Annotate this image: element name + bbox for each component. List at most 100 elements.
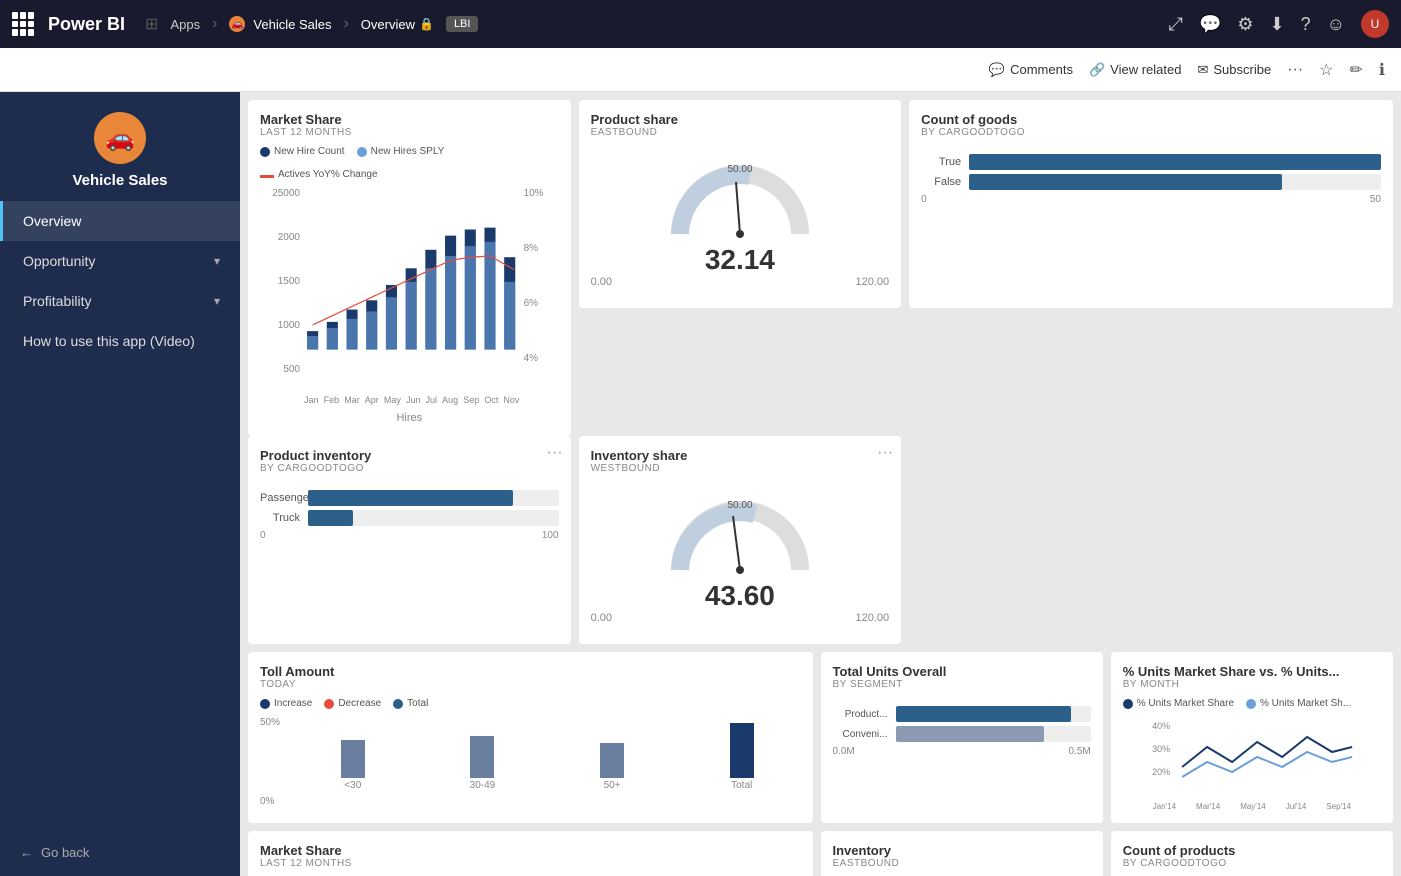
- product-label: Product...: [833, 709, 888, 720]
- comments-icon: 💬: [989, 62, 1005, 78]
- sidebar-item-opportunity[interactable]: Opportunity ▾: [0, 241, 240, 281]
- count-of-goods-card: Count of goods BY CARGOODTOGO True False: [909, 100, 1393, 308]
- inv-gauge-labels: 0.00 120.00: [591, 612, 890, 624]
- toll-subtitle: TODAY: [260, 679, 801, 690]
- units-axis: 0.0M 0.5M: [833, 746, 1091, 757]
- toll-amount-card: Toll Amount TODAY Increase Decrease: [248, 652, 813, 823]
- svg-text:30%: 30%: [1152, 744, 1170, 754]
- chevron-down-icon: ▾: [214, 254, 220, 268]
- passenger-row: Passenger: [260, 490, 559, 506]
- product-fill: [896, 706, 1072, 722]
- go-back-btn[interactable]: ← Go back: [0, 829, 240, 876]
- svg-text:40%: 40%: [1152, 721, 1170, 731]
- edit-icon[interactable]: ✏: [1350, 60, 1363, 80]
- apps-grid-icon[interactable]: [12, 12, 36, 36]
- inventory-share-subtitle: WESTBOUND: [591, 463, 890, 474]
- count-products-bottom-card: Count of products BY CARGOODTOGO True Fa…: [1111, 831, 1393, 876]
- toll-title: Toll Amount: [260, 664, 801, 679]
- passenger-track: [308, 490, 559, 506]
- chat-icon[interactable]: 💬: [1199, 14, 1221, 35]
- toll-bar-inc-3049: [470, 736, 494, 778]
- info-icon[interactable]: ℹ: [1379, 60, 1385, 80]
- hbar-label-false: False: [921, 176, 961, 188]
- product-share-subtitle: EASTBOUND: [591, 127, 890, 138]
- gauge-svg: 50.00: [660, 154, 820, 244]
- toll-label-3049: 30-49: [470, 780, 496, 791]
- row4: Market Share LAST 12 MONTHS New Hire Cou…: [248, 831, 1393, 876]
- download-icon[interactable]: ⬇: [1270, 14, 1285, 35]
- hbar-fill-true: [969, 154, 1381, 170]
- truck-label: Truck: [260, 512, 300, 524]
- comments-btn[interactable]: 💬 Comments: [989, 62, 1073, 78]
- inv-gauge-svg: 50.00: [660, 490, 820, 580]
- total-units-card: Total Units Overall BY SEGMENT Product..…: [821, 652, 1103, 823]
- chart-canvas: JanFebMarAprMayJunJulAugSepOctNov: [304, 188, 520, 408]
- toll-bars-50plus: [600, 718, 624, 778]
- toll-chart: 50%0% <30: [260, 717, 801, 807]
- toll-legend: Increase Decrease Total: [260, 698, 801, 709]
- settings-icon[interactable]: ⚙: [1237, 14, 1253, 35]
- units-ms-leg2: % Units Market Sh...: [1246, 698, 1351, 709]
- units-ms-dot2: [1246, 699, 1256, 709]
- hires-label: Hires: [260, 412, 559, 424]
- inv-more-btn[interactable]: ···: [877, 444, 893, 462]
- market-share-bottom-card: Market Share LAST 12 MONTHS New Hire Cou…: [248, 831, 813, 876]
- hbar-track-true: [969, 154, 1381, 170]
- user-avatar[interactable]: U: [1361, 10, 1389, 38]
- legend-dot-1: [260, 147, 270, 157]
- overview-nav[interactable]: Overview 🔒: [361, 17, 434, 32]
- inventory-share-value: 43.60: [705, 580, 775, 612]
- toll-group-3049: 30-49: [424, 718, 542, 791]
- toll-bar-total: [730, 723, 754, 778]
- hbar-axis: 050: [921, 194, 1381, 205]
- hbar-row-true: True: [921, 154, 1381, 170]
- product-inventory-card: ··· Product inventory BY CARGOODTOGO Pas…: [248, 436, 571, 644]
- toll-group-50plus: 50+: [553, 718, 671, 791]
- truck-track: [308, 510, 559, 526]
- hbar-track-false: [969, 174, 1381, 190]
- legend-new-hires-sply: New Hires SPLY: [357, 146, 445, 157]
- dashboard-main: Product share EASTBOUND 50.00: [240, 92, 1401, 876]
- inventory-bottom-card: Inventory EASTBOUND 50.00 32.14 0.00: [821, 831, 1103, 876]
- inventory-axis: 0100: [260, 530, 559, 541]
- toll-dot-2: [324, 699, 334, 709]
- vehicle-sales-nav[interactable]: 🚗 Vehicle Sales: [229, 16, 331, 32]
- sidebar-app-name: Vehicle Sales: [72, 172, 167, 189]
- product-share-title: Product share: [591, 112, 890, 127]
- market-share-legend: New Hire Count New Hires SPLY Actives Yo…: [260, 146, 559, 180]
- product-row: Product...: [833, 706, 1091, 722]
- sidebar-item-howto[interactable]: How to use this app (Video): [0, 321, 240, 361]
- sidebar-item-overview[interactable]: Overview: [0, 201, 240, 241]
- sidebar-item-profitability[interactable]: Profitability ▾: [0, 281, 240, 321]
- truck-row: Truck: [260, 510, 559, 526]
- more-options-icon[interactable]: ···: [1287, 61, 1303, 79]
- svg-text:50.00: 50.00: [727, 500, 752, 511]
- inventory-share-card: ··· Inventory share WESTBOUND 50.00 43.6…: [579, 436, 902, 644]
- passenger-fill: [308, 490, 513, 506]
- bookmark-icon[interactable]: ☆: [1319, 60, 1333, 80]
- top-nav: Power BI ⊞ Apps › 🚗 Vehicle Sales › Over…: [0, 0, 1401, 48]
- conveni-fill: [896, 726, 1044, 742]
- toll-group-lt30: <30: [294, 718, 412, 791]
- logo-icon: 🚗: [94, 112, 146, 164]
- units-ms-legend: % Units Market Share % Units Market Sh..…: [1123, 698, 1381, 709]
- toll-label-50plus: 50+: [604, 780, 621, 791]
- units-ms-x-labels: Jan'14Mar'14May'14Jul'14Sep'14: [1123, 802, 1381, 811]
- toll-y-axis: 50%0%: [260, 717, 290, 807]
- passenger-label: Passenger: [260, 492, 300, 504]
- view-related-btn[interactable]: 🔗 View related: [1089, 62, 1182, 78]
- toll-legend-increase: Increase: [260, 698, 312, 709]
- feedback-icon[interactable]: ☺: [1327, 14, 1345, 35]
- count-goods-subtitle: BY CARGOODTOGO: [921, 127, 1381, 138]
- product-share-card: Product share EASTBOUND 50.00: [579, 100, 902, 308]
- nav-sep2: ›: [343, 15, 348, 33]
- toll-group-total: Total: [683, 718, 801, 791]
- more-options-btn[interactable]: ···: [547, 444, 563, 462]
- market-share-title: Market Share: [260, 112, 559, 127]
- subscribe-btn[interactable]: ✉ Subscribe: [1197, 62, 1271, 78]
- expand-icon[interactable]: ⤢: [1169, 14, 1183, 35]
- y-axis-left: 25000200015001000500: [260, 188, 300, 408]
- svg-text:50.00: 50.00: [727, 164, 752, 175]
- help-icon[interactable]: ?: [1301, 14, 1311, 35]
- apps-nav-item[interactable]: Apps: [170, 17, 200, 32]
